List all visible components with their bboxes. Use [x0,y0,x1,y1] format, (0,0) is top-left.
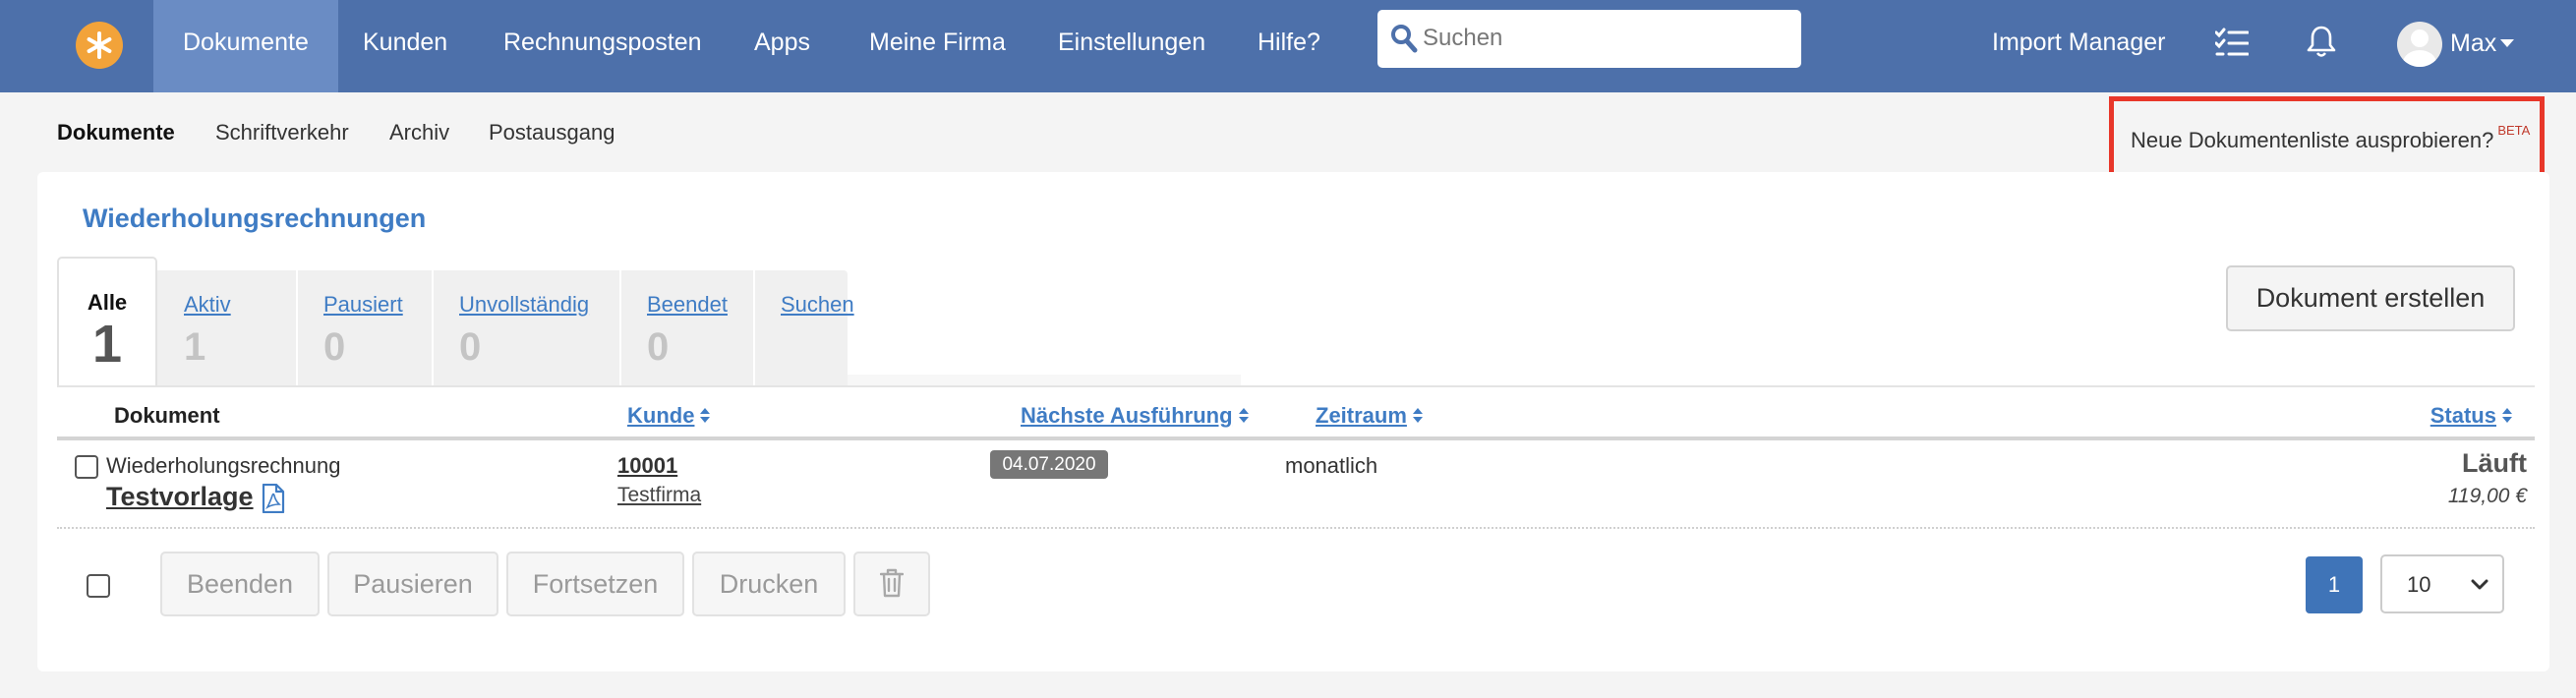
column-header-status[interactable]: Status [2430,403,2513,429]
nav-item-apps[interactable]: Apps [725,0,840,92]
document-type: Wiederholungsrechnung [106,453,341,478]
sort-icon [1412,408,1424,424]
amount-value: 119,00 € [2447,485,2527,507]
tab-suchen[interactable]: Suchen [755,270,854,386]
tab-beendet-count: 0 [647,325,670,369]
user-menu[interactable]: Max [2450,0,2515,92]
column-header-status-label: Status [2430,403,2496,428]
sort-icon [1238,408,1250,424]
pagination-page-1[interactable]: 1 [2306,556,2363,613]
subnav-item-archiv[interactable]: Archiv [389,120,449,145]
subnav-item-dokumente[interactable]: Dokumente [57,120,175,145]
avatar-icon[interactable] [2397,22,2442,67]
column-header-naechste-ausfuehrung[interactable]: Nächste Ausführung [1021,403,1250,429]
tab-aktiv-count: 1 [184,325,206,369]
search-icon [1391,25,1418,53]
table-row: Wiederholungsrechnung Testvorlage 10001 … [57,440,2535,529]
tab-pausiert-label: Pausiert [323,292,403,317]
nav-item-meine-firma[interactable]: Meine Firma [840,0,1035,92]
bell-icon[interactable] [2307,25,2336,58]
end-button[interactable]: Beenden [160,552,320,616]
create-document-button[interactable]: Dokument erstellen [2226,265,2515,331]
table-header: Dokument Kunde Nächste Ausführung Zeitra… [57,385,2535,440]
page-title: Wiederholungsrechnungen [83,204,427,233]
chevron-down-icon [2471,579,2488,590]
tab-unvollstaendig-count: 0 [459,325,482,369]
nav-item-rechnungsposten[interactable]: Rechnungsposten [474,0,732,92]
new-document-list-link[interactable]: Neue Dokumentenliste ausprobieren? BETA [2131,123,2530,153]
tab-aktiv-label: Aktiv [184,292,231,317]
select-all-checkbox[interactable] [87,574,110,598]
customer-name-link[interactable]: Testfirma [617,484,701,507]
nav-item-hilfe[interactable]: Hilfe? [1228,0,1350,92]
sort-icon [2502,408,2513,424]
column-header-zeitraum-label: Zeitraum [1316,403,1407,428]
resume-button[interactable]: Fortsetzen [506,552,684,616]
tab-aktiv[interactable]: Aktiv 1 [157,270,296,386]
tab-alle[interactable]: Alle 1 [57,257,157,386]
tab-unvollstaendig-label: Unvollständig [459,292,590,317]
tab-beendet[interactable]: Beendet 0 [621,270,753,386]
nav-item-dokumente[interactable]: Dokumente [153,0,338,92]
column-header-kunde[interactable]: Kunde [627,403,711,429]
checklist-icon[interactable] [2215,28,2249,59]
per-page-select[interactable]: 10 [2380,554,2504,613]
tab-unvollstaendig[interactable]: Unvollständig 0 [434,270,619,386]
user-name: Max [2450,29,2497,57]
import-manager-link[interactable]: Import Manager [1992,0,2165,92]
tab-alle-count: 1 [91,315,123,374]
column-header-dokument: Dokument [114,403,220,428]
nav-item-kunden[interactable]: Kunden [333,0,477,92]
tab-pausiert-count: 0 [323,325,346,369]
per-page-value: 10 [2407,572,2431,597]
sort-icon [700,408,711,424]
period-value: monatlich [1285,453,1378,478]
column-header-naechste-ausfuehrung-label: Nächste Ausführung [1021,403,1233,428]
beta-tag: BETA [2497,123,2531,138]
subnav-item-schriftverkehr[interactable]: Schriftverkehr [215,120,349,145]
document-name-link[interactable]: Testvorlage [106,482,254,512]
beta-highlight-box: Neue Dokumentenliste ausprobieren? BETA [2109,96,2545,177]
caret-down-icon [2500,38,2515,47]
row-checkbox[interactable] [75,455,98,479]
tab-pausiert[interactable]: Pausiert 0 [298,270,432,386]
search-box [1377,10,1801,68]
tab-suchen-label: Suchen [781,292,854,317]
trash-icon [879,568,905,597]
status-value: Läuft [2462,448,2527,478]
search-input[interactable] [1423,18,1786,59]
pause-button[interactable]: Pausieren [327,552,498,616]
delete-button[interactable] [853,552,930,616]
star-logo-icon[interactable] [76,22,123,69]
column-header-kunde-label: Kunde [627,403,695,428]
subnav-item-postausgang[interactable]: Postausgang [489,120,615,145]
tab-alle-label: Alle [87,290,128,315]
tab-beendet-label: Beendet [647,292,728,317]
top-navbar: Dokumente Kunden Rechnungsposten Apps Me… [0,0,2576,92]
nav-item-einstellungen[interactable]: Einstellungen [1028,0,1235,92]
print-button[interactable]: Drucken [692,552,846,616]
customer-number-link[interactable]: 10001 [617,453,677,479]
main-panel: Wiederholungsrechnungen Alle 1 Aktiv 1 P… [37,172,2549,671]
column-header-zeitraum[interactable]: Zeitraum [1316,403,1424,429]
next-run-date-badge: 04.07.2020 [990,450,1108,479]
pdf-file-icon[interactable] [262,484,285,513]
new-document-list-label: Neue Dokumentenliste ausprobieren? [2131,128,2494,152]
